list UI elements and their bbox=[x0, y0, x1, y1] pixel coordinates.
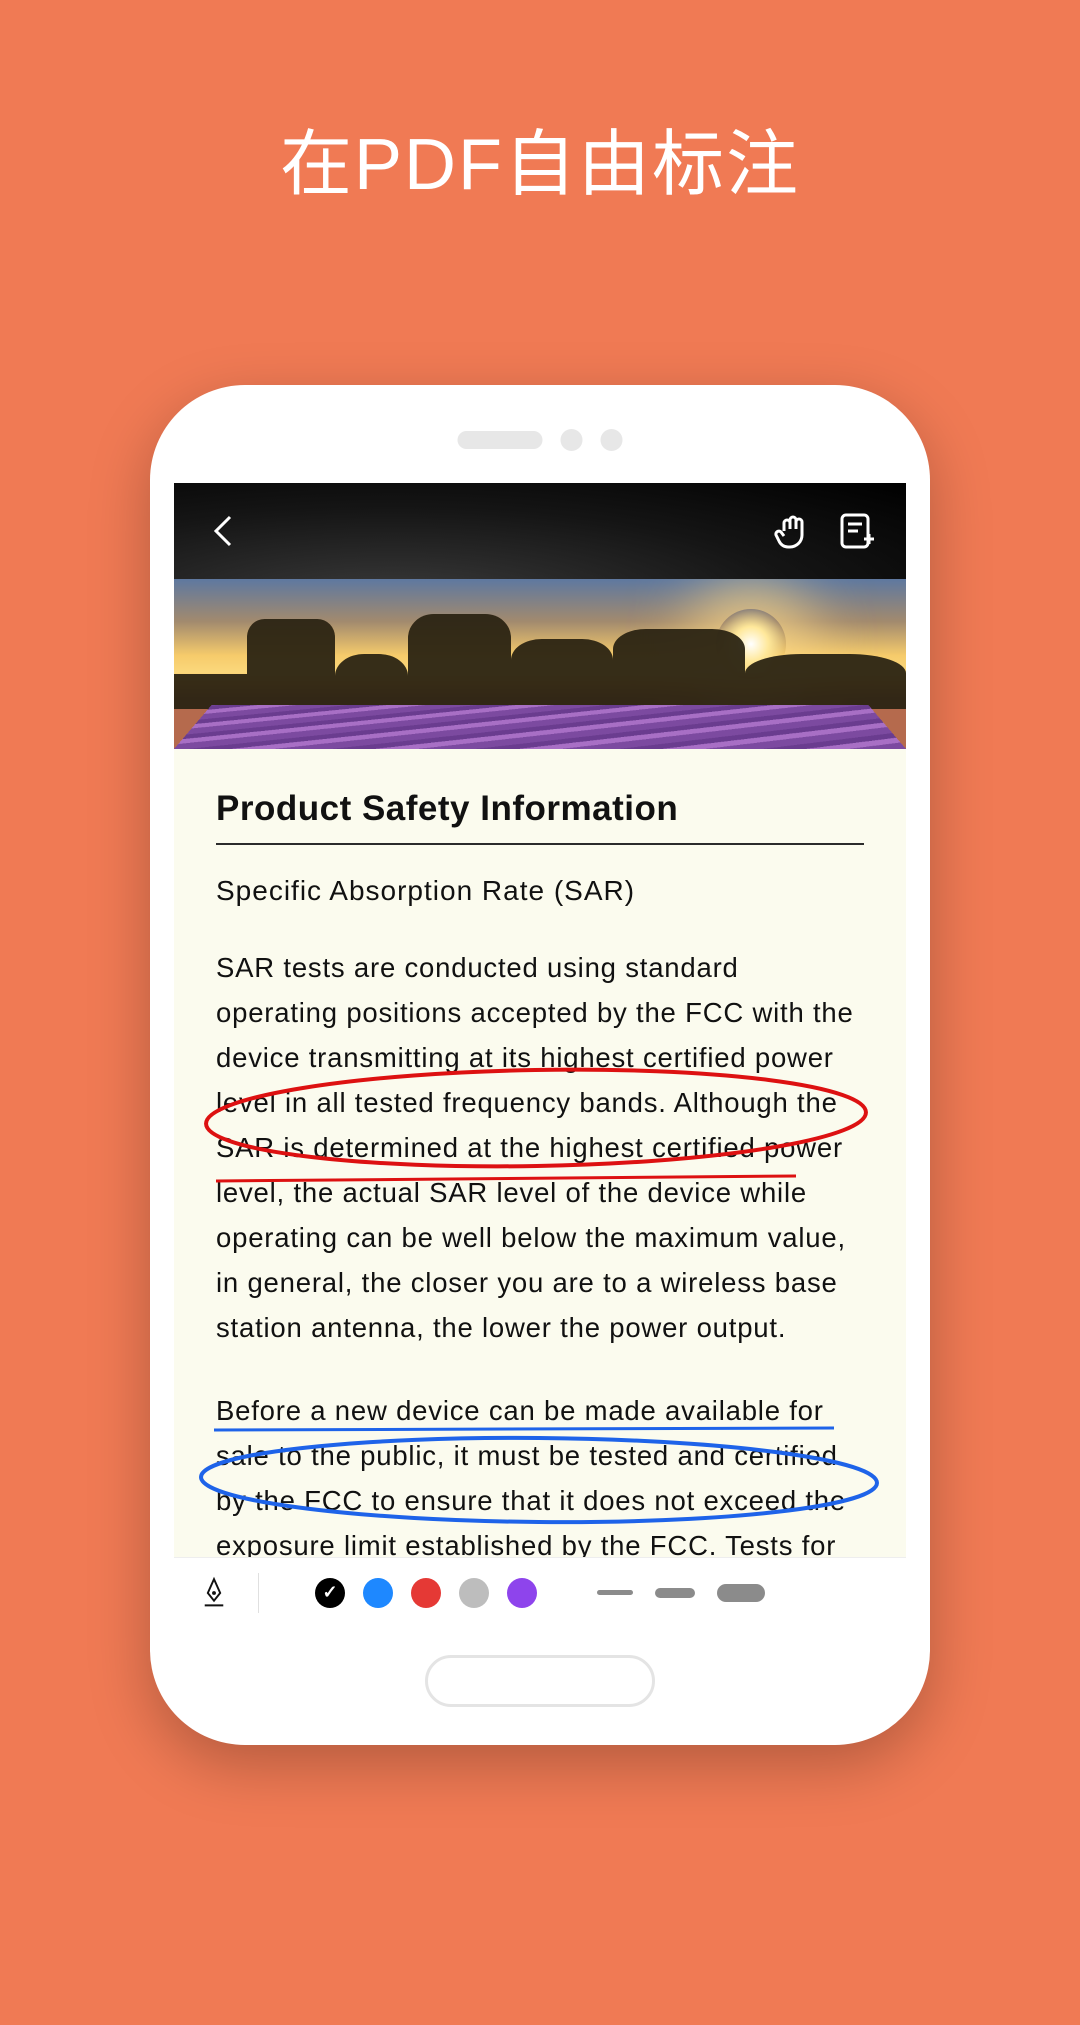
color-black[interactable] bbox=[315, 1578, 345, 1608]
color-red[interactable] bbox=[411, 1578, 441, 1608]
annotation-red-ellipse[interactable] bbox=[196, 1063, 876, 1183]
stroke-medium[interactable] bbox=[655, 1588, 695, 1598]
document-hero-image bbox=[174, 579, 906, 749]
hand-tool-button[interactable] bbox=[770, 509, 814, 553]
phone-screen: Product Safety Information Specific Abso… bbox=[174, 483, 906, 1627]
back-button[interactable] bbox=[202, 509, 246, 553]
paragraph-1: SAR tests are conducted using standard o… bbox=[216, 945, 864, 1350]
paragraph-1-text: SAR tests are conducted using standard o… bbox=[216, 952, 854, 1343]
document-subtitle: Specific Absorption Rate (SAR) bbox=[216, 875, 864, 907]
add-note-button[interactable] bbox=[834, 509, 878, 553]
document-page[interactable]: Product Safety Information Specific Abso… bbox=[174, 749, 906, 1557]
color-palette bbox=[315, 1578, 537, 1608]
pen-tool-button[interactable] bbox=[192, 1571, 236, 1615]
toolbar-separator bbox=[258, 1573, 259, 1613]
viewer-top-bar bbox=[174, 483, 906, 579]
document-title: Product Safety Information bbox=[216, 789, 864, 829]
stroke-sizes bbox=[597, 1584, 765, 1602]
color-purple[interactable] bbox=[507, 1578, 537, 1608]
color-gray[interactable] bbox=[459, 1578, 489, 1608]
stroke-thin[interactable] bbox=[597, 1590, 633, 1595]
stroke-thick[interactable] bbox=[717, 1584, 765, 1602]
paragraph-2-text: Before a new device can be made availabl… bbox=[216, 1395, 846, 1557]
annotation-toolbar bbox=[174, 1557, 906, 1627]
color-blue[interactable] bbox=[363, 1578, 393, 1608]
page-title: 在PDF自由标注 bbox=[0, 105, 1080, 210]
paragraph-2: Before a new device can be made availabl… bbox=[216, 1388, 864, 1557]
title-rule bbox=[216, 843, 864, 845]
phone-home-button bbox=[425, 1655, 655, 1707]
phone-mock: Product Safety Information Specific Abso… bbox=[150, 385, 930, 1745]
phone-speaker bbox=[458, 429, 623, 451]
